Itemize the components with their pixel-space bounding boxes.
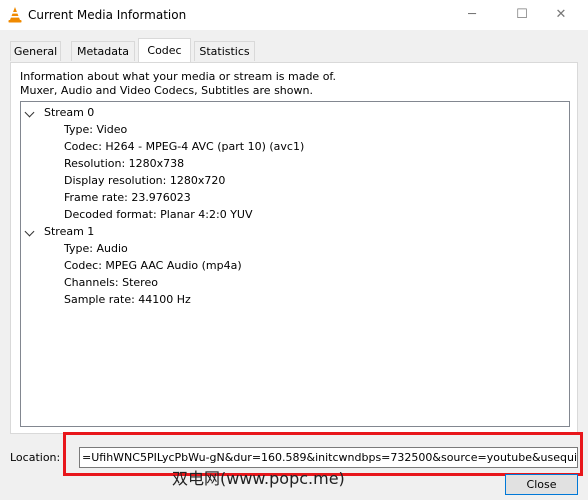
stream-property[interactable]: Type: Video [64, 121, 127, 138]
minimize-button[interactable]: ─ [449, 0, 495, 30]
tab-codec[interactable]: Codec [138, 38, 191, 62]
stream-property[interactable]: Type: Audio [64, 240, 128, 257]
chevron-down-icon[interactable] [24, 226, 35, 237]
stream-property[interactable]: Codec: MPEG AAC Audio (mp4a) [64, 257, 242, 274]
close-window-button[interactable]: ✕ [538, 0, 584, 30]
stream-property[interactable]: Codec: H264 - MPEG-4 AVC (part 10) (avc1… [64, 138, 304, 155]
tree-node-stream-0[interactable]: Stream 0 [21, 104, 561, 121]
tab-metadata[interactable]: Metadata [71, 41, 135, 61]
title-bar: Current Media Information ─ ☐ ✕ [0, 0, 588, 30]
close-button[interactable]: Close [505, 474, 578, 495]
stream-label: Stream 0 [44, 106, 95, 119]
stream-tree[interactable]: Stream 0 Type: Video Codec: H264 - MPEG-… [20, 101, 570, 427]
window-title: Current Media Information [28, 8, 187, 22]
stream-property[interactable]: Decoded format: Planar 4:2:0 YUV [64, 206, 253, 223]
watermark: 双电网(www.popc.me) [172, 469, 345, 488]
stream-property[interactable]: Display resolution: 1280x720 [64, 172, 225, 189]
stream-property[interactable]: Frame rate: 23.976023 [64, 189, 191, 206]
location-label: Location: [10, 451, 61, 464]
tab-general[interactable]: General [10, 41, 61, 61]
codec-description: Information about what your media or str… [20, 70, 336, 98]
vlc-cone-icon [8, 7, 22, 23]
stream-property[interactable]: Channels: Stereo [64, 274, 158, 291]
stream-label: Stream 1 [44, 225, 95, 238]
tab-statistics[interactable]: Statistics [194, 41, 255, 61]
description-line-1: Information about what your media or str… [20, 70, 336, 83]
codec-panel: Information about what your media or str… [10, 62, 578, 434]
stream-property[interactable]: Resolution: 1280x738 [64, 155, 184, 172]
chevron-down-icon[interactable] [24, 107, 35, 118]
stream-property[interactable]: Sample rate: 44100 Hz [64, 291, 191, 308]
description-line-2: Muxer, Audio and Video Codecs, Subtitles… [20, 84, 313, 97]
tree-node-stream-1[interactable]: Stream 1 [21, 223, 561, 240]
